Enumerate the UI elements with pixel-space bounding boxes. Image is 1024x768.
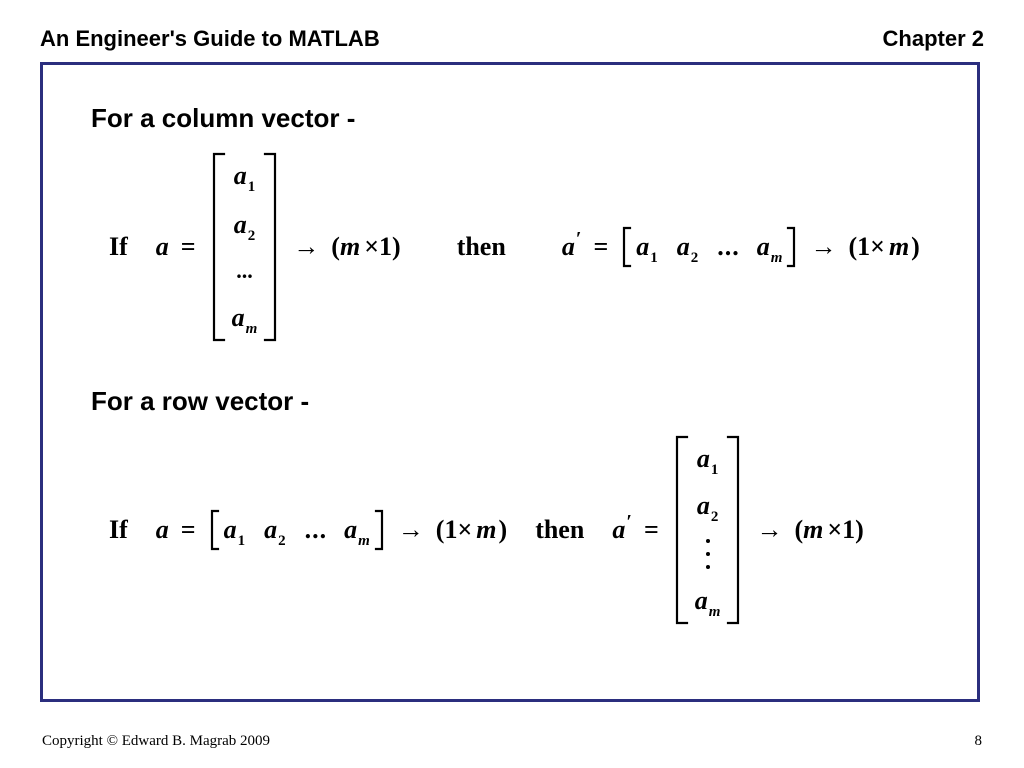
left-bracket-icon bbox=[675, 435, 689, 625]
equation-column-vector: If a = a1 a2 ... am → ( m × 1 ) bbox=[109, 152, 929, 342]
lparen: ( bbox=[331, 232, 340, 262]
right-bracket-icon bbox=[786, 226, 796, 268]
section-title-row: For a row vector - bbox=[91, 386, 929, 417]
arrow-right-icon: → bbox=[398, 515, 424, 545]
lparen-4: ( bbox=[794, 515, 803, 545]
right-bracket-icon bbox=[374, 509, 384, 551]
var-a-prime-2: a bbox=[612, 515, 625, 545]
times-icon: × bbox=[364, 232, 379, 262]
var-a: a bbox=[156, 232, 169, 262]
var-a-2: a bbox=[156, 515, 169, 545]
then-label-2: then bbox=[535, 515, 584, 545]
lparen-2: ( bbox=[848, 232, 857, 262]
equals-sign-4: = bbox=[644, 515, 659, 545]
dim-one-2: 1 bbox=[857, 232, 870, 262]
arrow-right-icon: → bbox=[756, 515, 782, 545]
chapter-label: Chapter 2 bbox=[883, 26, 984, 52]
arrow-right-icon: → bbox=[293, 232, 319, 262]
left-bracket-icon bbox=[622, 226, 632, 268]
column-vector-bracket: a1 a2 ... am bbox=[212, 152, 278, 342]
arrow-right-icon: → bbox=[810, 232, 836, 262]
prime-mark: ′ bbox=[576, 228, 582, 251]
equation-row-vector: If a = a1 a2 ... am → ( bbox=[109, 435, 929, 625]
times-icon-4: × bbox=[827, 515, 842, 545]
times-icon-3: × bbox=[457, 515, 472, 545]
row-vector-bracket-2: a1 a2 ... am bbox=[210, 509, 384, 551]
dim-one-3: 1 bbox=[444, 515, 457, 545]
dim-m-2: m bbox=[889, 232, 909, 262]
rparen-4: ) bbox=[855, 515, 864, 545]
dim-m-4: m bbox=[803, 515, 823, 545]
times-icon-2: × bbox=[870, 232, 885, 262]
equals-sign-3: = bbox=[181, 515, 196, 545]
lparen-3: ( bbox=[436, 515, 445, 545]
dim-m-3: m bbox=[476, 515, 496, 545]
equals-sign-2: = bbox=[593, 232, 608, 262]
left-bracket-icon bbox=[212, 152, 226, 342]
var-a-prime: a bbox=[562, 232, 575, 262]
page-number: 8 bbox=[975, 733, 983, 750]
left-bracket-icon bbox=[210, 509, 220, 551]
section-title-column: For a column vector - bbox=[91, 103, 929, 134]
right-bracket-icon bbox=[263, 152, 277, 342]
book-title: An Engineer's Guide to MATLAB bbox=[40, 26, 380, 52]
rparen: ) bbox=[392, 232, 401, 262]
row-vector-bracket: a1 a2 ... am bbox=[622, 226, 796, 268]
right-bracket-icon bbox=[726, 435, 740, 625]
if-label-2: If bbox=[109, 515, 128, 545]
rparen-3: ) bbox=[499, 515, 508, 545]
column-vector-bracket-2: a1 a2 am bbox=[675, 435, 741, 625]
equals-sign: = bbox=[181, 232, 196, 262]
vertical-dots-icon bbox=[706, 539, 710, 569]
rparen-2: ) bbox=[911, 232, 920, 262]
then-label: then bbox=[457, 232, 506, 262]
copyright-text: Copyright © Edward B. Magrab 2009 bbox=[42, 733, 270, 750]
if-label: If bbox=[109, 232, 128, 262]
slide-frame: For a column vector - If a = a1 a2 ... a… bbox=[40, 62, 980, 702]
dim-one-4: 1 bbox=[842, 515, 855, 545]
prime-mark-2: ′ bbox=[626, 511, 632, 534]
dim-one: 1 bbox=[379, 232, 392, 262]
dim-m: m bbox=[340, 232, 360, 262]
